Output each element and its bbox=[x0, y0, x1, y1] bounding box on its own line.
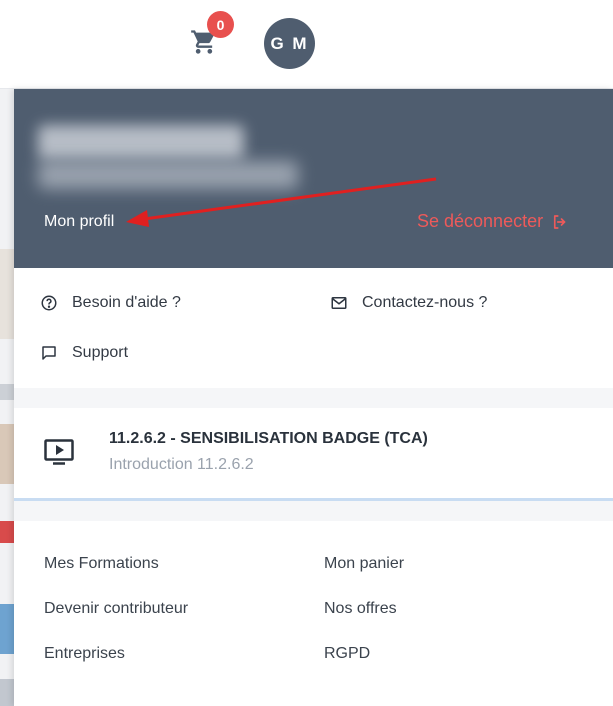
background-thumbnail bbox=[0, 424, 14, 484]
background-page-edge bbox=[0, 89, 14, 706]
help-section: Besoin d'aide ? Contactez-nous ? Support bbox=[14, 268, 613, 388]
background-thumbnail bbox=[0, 679, 14, 706]
help-label: Besoin d'aide ? bbox=[72, 294, 181, 311]
question-circle-icon bbox=[41, 295, 57, 311]
blurred-user-name bbox=[38, 125, 244, 159]
contact-label: Contactez-nous ? bbox=[362, 294, 488, 311]
envelope-icon bbox=[331, 297, 347, 309]
logout-label: Se déconnecter bbox=[417, 211, 544, 231]
my-trainings-link[interactable]: Mes Formations bbox=[44, 555, 159, 573]
logout-button[interactable]: Se déconnecter bbox=[417, 211, 569, 232]
top-bar: 0 G M bbox=[0, 0, 613, 89]
course-title: 11.2.6.2 - SENSIBILISATION BADGE (TCA) bbox=[109, 430, 428, 447]
help-link[interactable]: Besoin d'aide ? bbox=[40, 294, 181, 312]
current-course-item[interactable]: 11.2.6.2 - SENSIBILISATION BADGE (TCA) I… bbox=[14, 408, 613, 501]
become-contributor-link[interactable]: Devenir contributeur bbox=[44, 600, 188, 618]
user-dropdown-panel: Mon profil Se déconnecter Besoin d'aide … bbox=[14, 89, 613, 706]
background-thumbnail bbox=[0, 384, 14, 400]
gdpr-link[interactable]: RGPD bbox=[324, 645, 370, 663]
background-thumbnail bbox=[0, 521, 14, 543]
my-cart-link[interactable]: Mon panier bbox=[324, 555, 404, 573]
section-divider bbox=[14, 501, 613, 521]
support-label: Support bbox=[72, 344, 129, 361]
section-divider bbox=[14, 388, 613, 408]
logout-icon bbox=[554, 214, 566, 229]
footer-links: Mes Formations Devenir contributeur Entr… bbox=[14, 521, 613, 706]
chat-bubble-icon bbox=[42, 346, 56, 360]
support-link[interactable]: Support bbox=[40, 344, 128, 362]
my-profile-link[interactable]: Mon profil bbox=[44, 213, 114, 231]
course-subtitle: Introduction 11.2.6.2 bbox=[109, 456, 254, 473]
companies-link[interactable]: Entreprises bbox=[44, 645, 125, 663]
background-thumbnail bbox=[0, 604, 14, 654]
video-play-icon bbox=[44, 439, 74, 465]
profile-header: Mon profil Se déconnecter bbox=[14, 89, 613, 268]
contact-link[interactable]: Contactez-nous ? bbox=[330, 294, 487, 312]
background-thumbnail bbox=[0, 249, 14, 339]
our-offers-link[interactable]: Nos offres bbox=[324, 600, 397, 618]
blurred-user-email bbox=[38, 161, 298, 189]
cart-count-badge: 0 bbox=[207, 11, 234, 38]
avatar[interactable]: G M bbox=[264, 18, 315, 69]
